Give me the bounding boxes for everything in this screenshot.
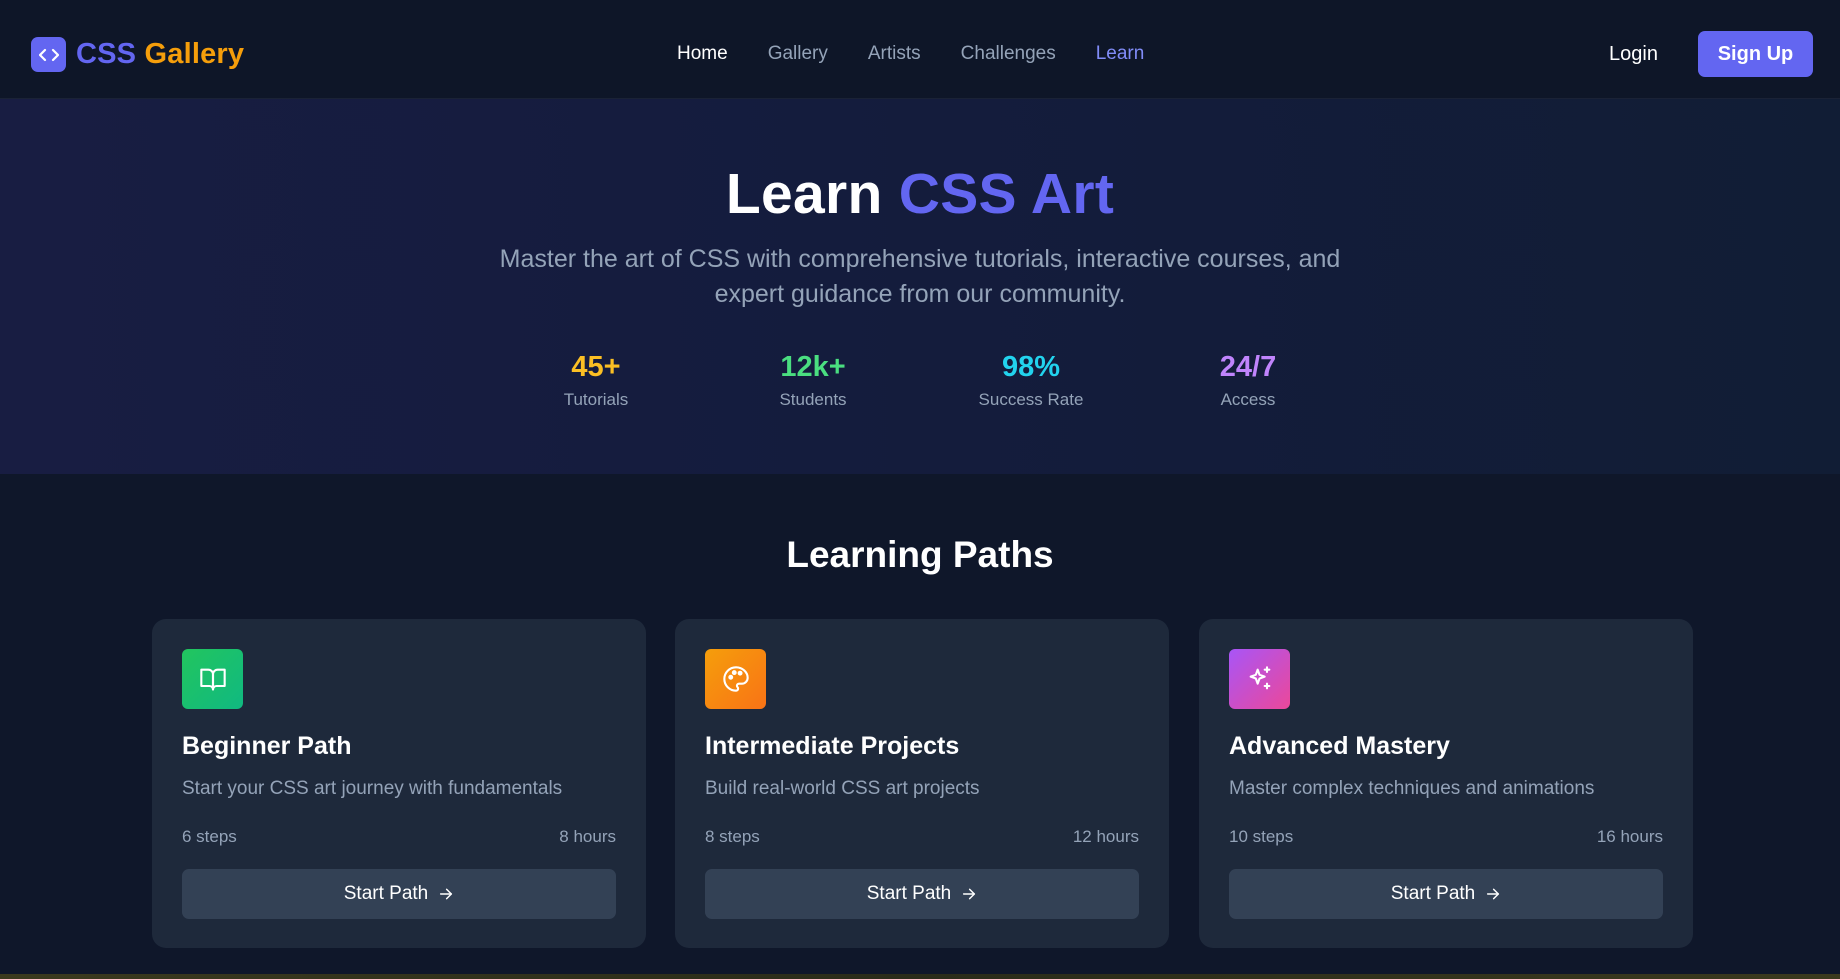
nav-link-home[interactable]: Home — [677, 43, 728, 65]
card-steps: 8 steps — [705, 827, 760, 846]
stat-value: 45+ — [571, 351, 621, 383]
brand-name-part1: CSS — [76, 38, 137, 70]
nav-link-challenges[interactable]: Challenges — [961, 43, 1056, 65]
code-brackets-icon — [31, 37, 66, 72]
start-path-button[interactable]: Start Path — [182, 869, 616, 919]
brand-logo[interactable]: CSS Gallery — [31, 37, 244, 72]
card-description: Start your CSS art journey with fundamen… — [182, 778, 563, 799]
card-description: Master complex techniques and animations — [1229, 778, 1595, 799]
hero-subtitle: Master the art of CSS with comprehensive… — [499, 245, 1341, 308]
path-card-intermediate: Intermediate Projects Build real-world C… — [675, 619, 1169, 948]
stat-tutorials: 45+ Tutorials — [506, 351, 686, 410]
stat-value: 12k+ — [780, 351, 846, 383]
stat-students: 12k+ Students — [723, 351, 903, 410]
card-title: Advanced Mastery — [1229, 732, 1450, 760]
hero-section: Learn CSS Art Master the art of CSS with… — [0, 99, 1840, 474]
nav-links: Home Gallery Artists Challenges Learn — [677, 43, 1184, 65]
nav-link-artists[interactable]: Artists — [868, 43, 921, 65]
stat-access: 24/7 Access — [1158, 351, 1338, 410]
start-path-label: Start Path — [343, 883, 429, 904]
brand-name: CSS Gallery — [76, 38, 244, 71]
login-button[interactable]: Login — [1609, 43, 1658, 66]
sparkles-icon — [1229, 649, 1290, 709]
nav-link-gallery[interactable]: Gallery — [768, 43, 828, 65]
stat-label: Access — [1220, 390, 1276, 409]
stat-label: Tutorials — [563, 390, 629, 409]
hero-title: Learn CSS Art — [0, 161, 1840, 227]
card-steps: 6 steps — [182, 827, 237, 846]
start-path-label: Start Path — [866, 883, 952, 904]
card-description: Build real-world CSS art projects — [705, 778, 980, 799]
stat-value: 98% — [1001, 351, 1061, 383]
stat-success-rate: 98% Success Rate — [941, 351, 1121, 410]
brand-name-part2: Gallery — [144, 38, 245, 70]
card-steps: 10 steps — [1229, 827, 1294, 846]
start-path-label: Start Path — [1390, 883, 1476, 904]
start-path-button[interactable]: Start Path — [1229, 869, 1663, 919]
section-title-learning-paths: Learning Paths — [786, 534, 1054, 575]
stat-label: Students — [779, 390, 847, 409]
start-path-button[interactable]: Start Path — [705, 869, 1139, 919]
hero-title-accent: CSS Art — [898, 162, 1115, 226]
nav-link-learn[interactable]: Learn — [1096, 43, 1145, 65]
stat-label: Success Rate — [978, 390, 1084, 409]
top-navbar: CSS Gallery Home Gallery Artists Challen… — [0, 0, 1840, 99]
path-card-advanced: Advanced Mastery Master complex techniqu… — [1199, 619, 1693, 948]
card-hours: 16 hours — [1596, 827, 1663, 846]
bottom-strip — [0, 974, 1840, 979]
book-open-icon — [182, 649, 243, 709]
hero-title-main: Learn — [725, 162, 883, 226]
arrow-right-icon — [440, 888, 453, 900]
arrow-right-icon — [1487, 888, 1500, 900]
signup-button[interactable]: Sign Up — [1698, 31, 1813, 77]
palette-icon — [705, 649, 766, 709]
path-card-beginner: Beginner Path Start your CSS art journey… — [152, 619, 646, 948]
arrow-right-icon — [963, 888, 976, 900]
stat-value: 24/7 — [1219, 351, 1277, 383]
card-hours: 8 hours — [559, 827, 616, 846]
card-hours: 12 hours — [1072, 827, 1139, 846]
card-title: Beginner Path — [182, 732, 352, 760]
card-title: Intermediate Projects — [705, 732, 960, 760]
